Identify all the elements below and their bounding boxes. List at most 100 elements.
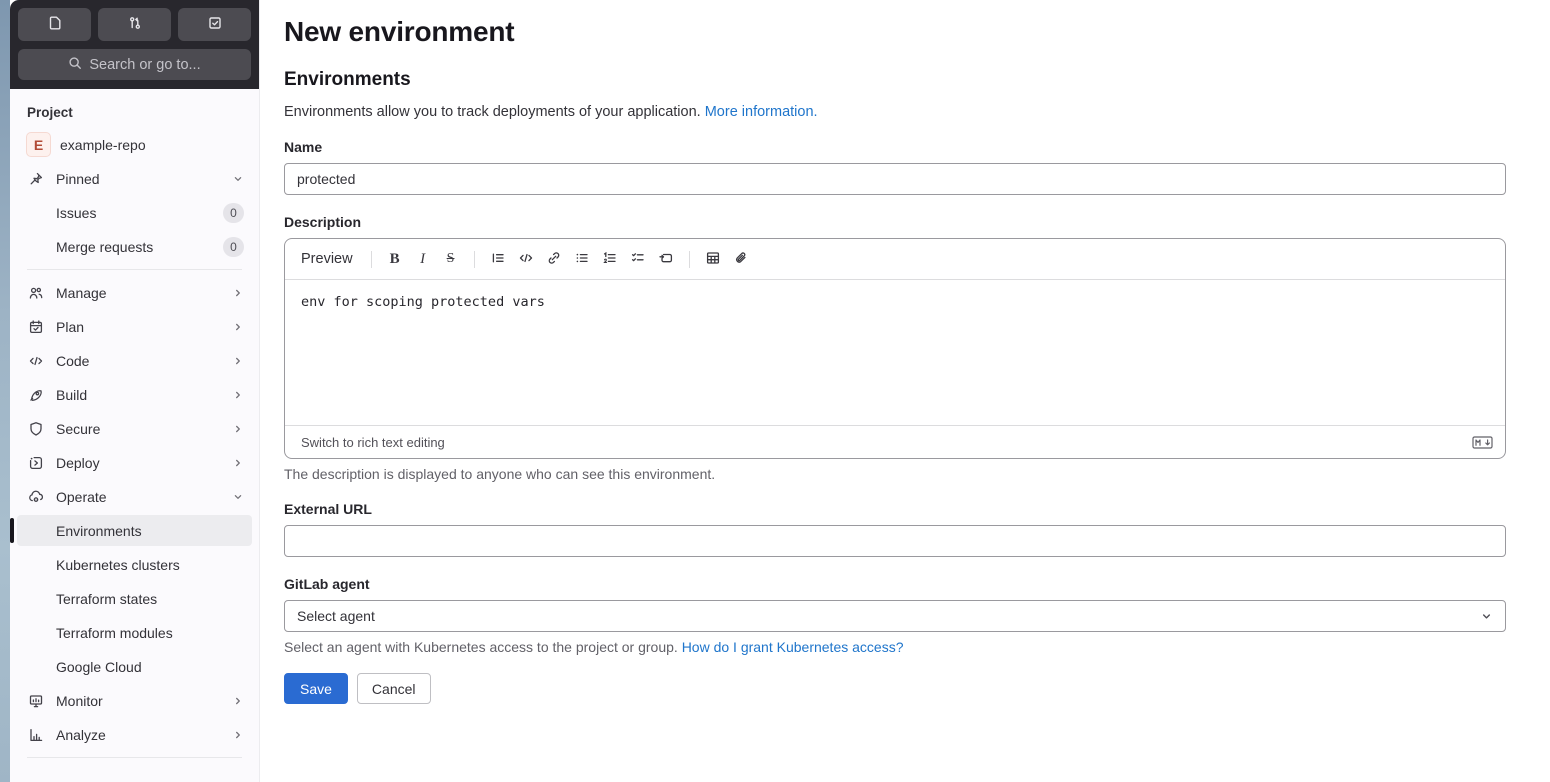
issues-shortcut-button[interactable]	[18, 8, 91, 41]
chevron-right-icon	[232, 457, 244, 469]
sidebar-item-label: Code	[56, 352, 90, 369]
merge-requests-shortcut-button[interactable]	[98, 8, 171, 41]
insert-code-button[interactable]	[513, 246, 539, 272]
sidebar-item-environments[interactable]: Environments	[10, 515, 252, 546]
sidebar-item-issues[interactable]: Issues 0	[17, 197, 252, 228]
project-avatar: E	[26, 132, 51, 157]
agent-select[interactable]: Select agent	[284, 600, 1506, 632]
sidebar-divider	[27, 757, 242, 758]
task-list-button[interactable]	[625, 246, 651, 272]
description-textarea[interactable]: env for scoping protected vars	[285, 280, 1505, 425]
cancel-button[interactable]: Cancel	[356, 673, 431, 704]
sidebar-item-label: Secure	[56, 420, 101, 437]
sidebar-item-label: Manage	[56, 284, 107, 301]
bullet-list-button[interactable]	[569, 246, 595, 272]
collapsible-section-button[interactable]	[653, 246, 679, 272]
sidebar-item-project[interactable]: E example-repo	[17, 129, 252, 160]
chart-icon	[28, 727, 44, 743]
project-name: example-repo	[60, 136, 146, 153]
paperclip-icon	[733, 250, 749, 269]
sidebar: Search or go to... Project E example-rep…	[10, 0, 260, 782]
sidebar-item-label: Monitor	[56, 692, 103, 709]
more-information-link[interactable]: More information.	[705, 104, 818, 120]
markdown-toolbar: Preview B I S	[285, 239, 1505, 280]
merge-requests-count-badge: 0	[223, 236, 244, 257]
sidebar-item-label: Operate	[56, 488, 107, 505]
sidebar-item-label: Google Cloud	[56, 658, 142, 675]
quote-icon	[490, 250, 506, 269]
kubernetes-access-link[interactable]: How do I grant Kubernetes access?	[682, 639, 904, 655]
markdown-icon[interactable]	[1472, 435, 1493, 449]
description-help-text: The description is displayed to anyone w…	[284, 466, 716, 482]
calendar-icon	[28, 319, 44, 335]
rocket-icon	[28, 387, 44, 403]
sidebar-topbar: Search or go to...	[10, 0, 259, 89]
chevron-down-icon	[232, 173, 244, 185]
issues-icon	[47, 15, 63, 34]
search-icon	[68, 56, 82, 74]
sidebar-item-secure[interactable]: Secure	[17, 413, 252, 444]
search-input[interactable]: Search or go to...	[18, 49, 251, 80]
code-icon	[518, 250, 534, 269]
sidebar-item-operate[interactable]: Operate	[17, 481, 252, 512]
sidebar-item-plan[interactable]: Plan	[17, 311, 252, 342]
main-content: New environment Environments Environment…	[260, 0, 1550, 782]
sidebar-item-kubernetes-clusters[interactable]: Kubernetes clusters	[17, 549, 252, 580]
sidebar-item-deploy[interactable]: Deploy	[17, 447, 252, 478]
toolbar-divider	[370, 250, 372, 268]
sidebar-item-monitor[interactable]: Monitor	[17, 685, 252, 716]
italic-button[interactable]: I	[410, 246, 436, 272]
link-icon	[546, 250, 562, 269]
todo-list-shortcut-button[interactable]	[178, 8, 251, 41]
attach-file-button[interactable]	[728, 246, 754, 272]
form-actions: Save Cancel	[284, 673, 1506, 704]
table-icon	[705, 250, 721, 269]
insert-link-button[interactable]	[541, 246, 567, 272]
page-title: New environment	[284, 16, 515, 47]
sidebar-item-label: Merge requests	[56, 238, 154, 255]
sidebar-item-label: Terraform states	[56, 590, 158, 607]
preview-button[interactable]: Preview	[301, 247, 361, 271]
sidebar-item-code[interactable]: Code	[17, 345, 252, 376]
cloud-pod-icon	[28, 489, 44, 505]
external-url-label: External URL	[284, 501, 372, 517]
issues-count-badge: 0	[223, 202, 244, 223]
blockquote-button[interactable]	[485, 246, 511, 272]
sidebar-item-analyze[interactable]: Analyze	[17, 719, 252, 750]
sidebar-item-label: Build	[56, 386, 88, 403]
gitlab-window: Search or go to... Project E example-rep…	[10, 0, 1550, 782]
chevron-right-icon	[232, 321, 244, 333]
bold-button[interactable]: B	[382, 246, 408, 272]
code-icon	[28, 353, 44, 369]
monitor-icon	[28, 693, 44, 709]
sidebar-item-terraform-states[interactable]: Terraform states	[17, 583, 252, 614]
insert-table-button[interactable]	[700, 246, 726, 272]
search-placeholder: Search or go to...	[89, 56, 201, 73]
sidebar-item-label: Deploy	[56, 454, 100, 471]
strikethrough-button[interactable]: S	[438, 246, 464, 272]
sidebar-item-terraform-modules[interactable]: Terraform modules	[17, 617, 252, 648]
sidebar-item-label: Kubernetes clusters	[56, 556, 180, 573]
sidebar-item-manage[interactable]: Manage	[17, 277, 252, 308]
sidebar-item-build[interactable]: Build	[17, 379, 252, 410]
switch-rich-text-button[interactable]: Switch to rich text editing	[301, 435, 445, 450]
desktop-wallpaper-strip	[0, 0, 10, 782]
chevron-right-icon	[232, 355, 244, 367]
name-input[interactable]	[284, 163, 1506, 195]
save-button[interactable]: Save	[284, 673, 348, 704]
sidebar-item-google-cloud[interactable]: Google Cloud	[17, 651, 252, 682]
sidebar-item-pinned[interactable]: Pinned	[17, 163, 252, 194]
chevron-right-icon	[232, 695, 244, 707]
intro-text-body: Environments allow you to track deployme…	[284, 104, 705, 120]
toolbar-divider	[688, 250, 690, 268]
numbered-list-icon	[602, 250, 618, 269]
agent-select-value: Select agent	[297, 608, 375, 624]
sidebar-item-merge-requests[interactable]: Merge requests 0	[17, 231, 252, 262]
chevron-right-icon	[232, 287, 244, 299]
italic-icon: I	[420, 250, 426, 267]
external-url-input[interactable]	[284, 525, 1506, 557]
numbered-list-button[interactable]	[597, 246, 623, 272]
sidebar-item-label: Environments	[56, 522, 142, 539]
merge-request-icon	[127, 15, 143, 34]
bullet-list-icon	[574, 250, 590, 269]
